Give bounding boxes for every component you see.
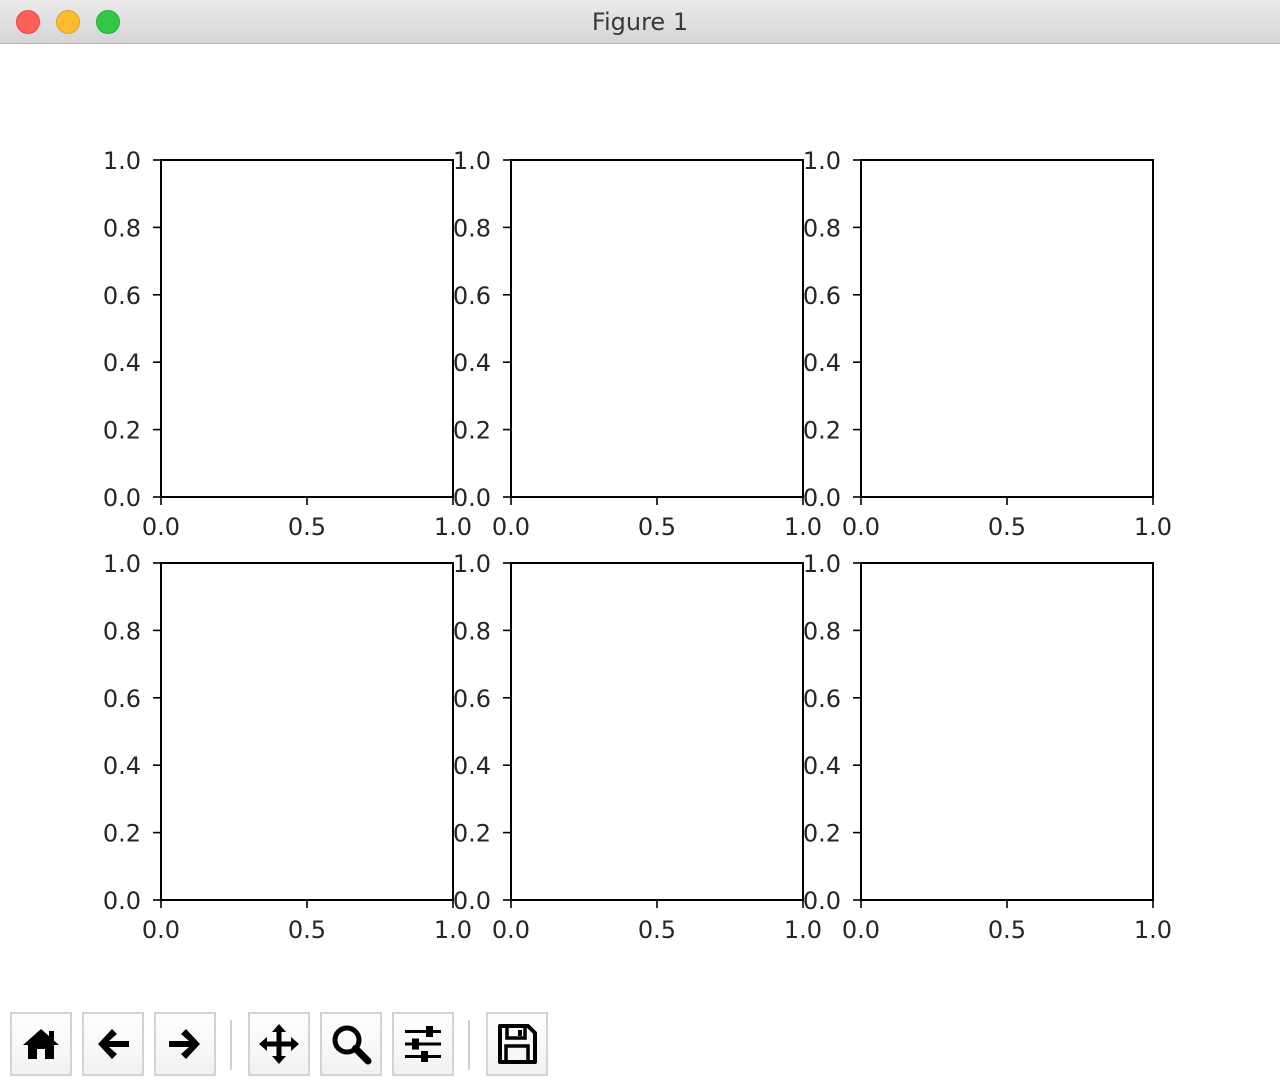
floppy-disk-icon (498, 1024, 537, 1064)
subplot-5: 0.0 0.5 1.0 0.0 0.2 0.4 0.6 0.8 1.0 (453, 550, 822, 944)
y-tick-label: 0.8 (803, 617, 841, 645)
pan-button[interactable] (248, 1012, 310, 1076)
y-tick-label: 1.0 (453, 147, 491, 175)
y-tick-label: 0.2 (453, 417, 491, 445)
zoom-button[interactable] (320, 1012, 382, 1076)
y-tick-label: 0.8 (103, 214, 141, 242)
save-button[interactable] (486, 1012, 548, 1076)
y-tick-label: 0.8 (453, 617, 491, 645)
subplot-4: 0.0 0.5 1.0 0.0 0.2 0.4 0.6 0.8 1.0 (103, 550, 472, 944)
y-tick-label: 0.8 (103, 617, 141, 645)
x-tick-label: 0.5 (988, 513, 1026, 541)
y-tick-label: 0.8 (453, 214, 491, 242)
y-tick-label: 0.6 (453, 282, 491, 310)
x-tick-label: 1.0 (1134, 513, 1172, 541)
axes-frame (860, 159, 1154, 498)
x-tick-label: 0.5 (638, 513, 676, 541)
y-tick-label: 0.4 (103, 349, 141, 377)
y-tick-label: 0.6 (803, 685, 841, 713)
x-tick-label: 0.0 (842, 916, 880, 944)
x-tick-label: 0.0 (492, 916, 530, 944)
x-tick-label: 1.0 (784, 513, 822, 541)
axes-frame (510, 562, 804, 901)
sliders-icon (405, 1026, 441, 1062)
x-tick-label: 0.0 (492, 513, 530, 541)
x-tick-label: 1.0 (434, 916, 472, 944)
y-tick-label: 0.6 (103, 685, 141, 713)
x-tick-label: 0.5 (288, 513, 326, 541)
subplots-grid: 0.0 0.5 1.00.00.20.40.60.81.00.0 0.5 1.00.00… (103, 147, 1172, 944)
subplot-1: 0.0 0.5 1.0 0.0 0.2 0.4 0.6 0.8 1.0 (103, 147, 472, 541)
y-tick-label: 0.4 (803, 752, 841, 780)
y-tick-label: 1.0 (803, 147, 841, 175)
y-tick-label: 1.0 (453, 550, 491, 578)
y-tick-label: 0.4 (453, 752, 491, 780)
x-tick-label: 1.0 (434, 513, 472, 541)
toolbar-separator (468, 1020, 470, 1070)
y-tick-label: 1.0 (103, 550, 141, 578)
y-tick-label: 0.2 (803, 820, 841, 848)
x-tick-label: 0.0 (142, 513, 180, 541)
home-icon (23, 1029, 59, 1059)
y-tick-label: 0.0 (103, 484, 141, 512)
x-tick-label: 0.0 (142, 916, 180, 944)
subplot-3: 0.0 0.5 1.0 0.0 0.2 0.4 0.6 0.8 1.0 (803, 147, 1172, 541)
y-tick-label: 0.2 (103, 820, 141, 848)
back-button[interactable] (82, 1012, 144, 1076)
subplot-2: 0.0 0.5 1.0 0.0 0.2 0.4 0.6 0.8 1.0 (453, 147, 822, 541)
y-tick-label: 0.0 (453, 887, 491, 915)
y-tick-label: 0.0 (453, 484, 491, 512)
figure-canvas[interactable]: 0.0 0.5 1.0 0.0 0.2 0.4 0.6 0.8 1.0 0.0 0.5 1.0 0.0 0… (0, 44, 1280, 1004)
y-tick-label: 1.0 (103, 147, 141, 175)
y-tick-label: 0.2 (103, 417, 141, 445)
axes-frame (510, 159, 804, 498)
axes-frame (160, 562, 454, 901)
y-tick-label: 0.4 (803, 349, 841, 377)
axes-frame (160, 159, 454, 498)
y-tick-label: 0.2 (803, 417, 841, 445)
configure-subplots-button[interactable] (392, 1012, 454, 1076)
arrow-right-icon (169, 1029, 200, 1059)
navigation-toolbar (0, 1004, 1280, 1088)
y-tick-label: 0.0 (803, 484, 841, 512)
y-tick-label: 0.0 (803, 887, 841, 915)
toolbar-separator (230, 1020, 232, 1070)
y-tick-label: 0.6 (103, 282, 141, 310)
arrow-left-icon (98, 1029, 129, 1059)
y-tick-label: 0.0 (103, 887, 141, 915)
x-tick-label: 0.5 (638, 916, 676, 944)
home-button[interactable] (10, 1012, 72, 1076)
forward-button[interactable] (154, 1012, 216, 1076)
window-title: Figure 1 (591, 8, 689, 36)
subplot-6: 0.0 0.5 1.0 0.0 0.2 0.4 0.6 0.8 1.0 (803, 550, 1172, 944)
y-tick-label: 0.2 (453, 820, 491, 848)
y-tick-label: 0.4 (103, 752, 141, 780)
x-tick-label: 0.5 (988, 916, 1026, 944)
y-tick-label: 0.4 (453, 349, 491, 377)
magnifier-icon (332, 1025, 372, 1065)
move-arrows-icon (259, 1024, 299, 1064)
x-tick-label: 0.0 (842, 513, 880, 541)
figure-window: Figure 1 0.0 0.5 1.0 0.0 0.2 0.4 0.6 0.8 1.0 0.0 0… (0, 0, 1280, 1088)
title-bar[interactable]: Figure 1 (0, 0, 1280, 44)
x-tick-label: 1.0 (1134, 916, 1172, 944)
y-tick-label: 0.6 (453, 685, 491, 713)
y-tick-label: 0.8 (803, 214, 841, 242)
y-tick-label: 0.6 (803, 282, 841, 310)
y-tick-label: 1.0 (803, 550, 841, 578)
axes-frame (860, 562, 1154, 901)
x-tick-label: 0.5 (288, 916, 326, 944)
x-tick-label: 1.0 (784, 916, 822, 944)
